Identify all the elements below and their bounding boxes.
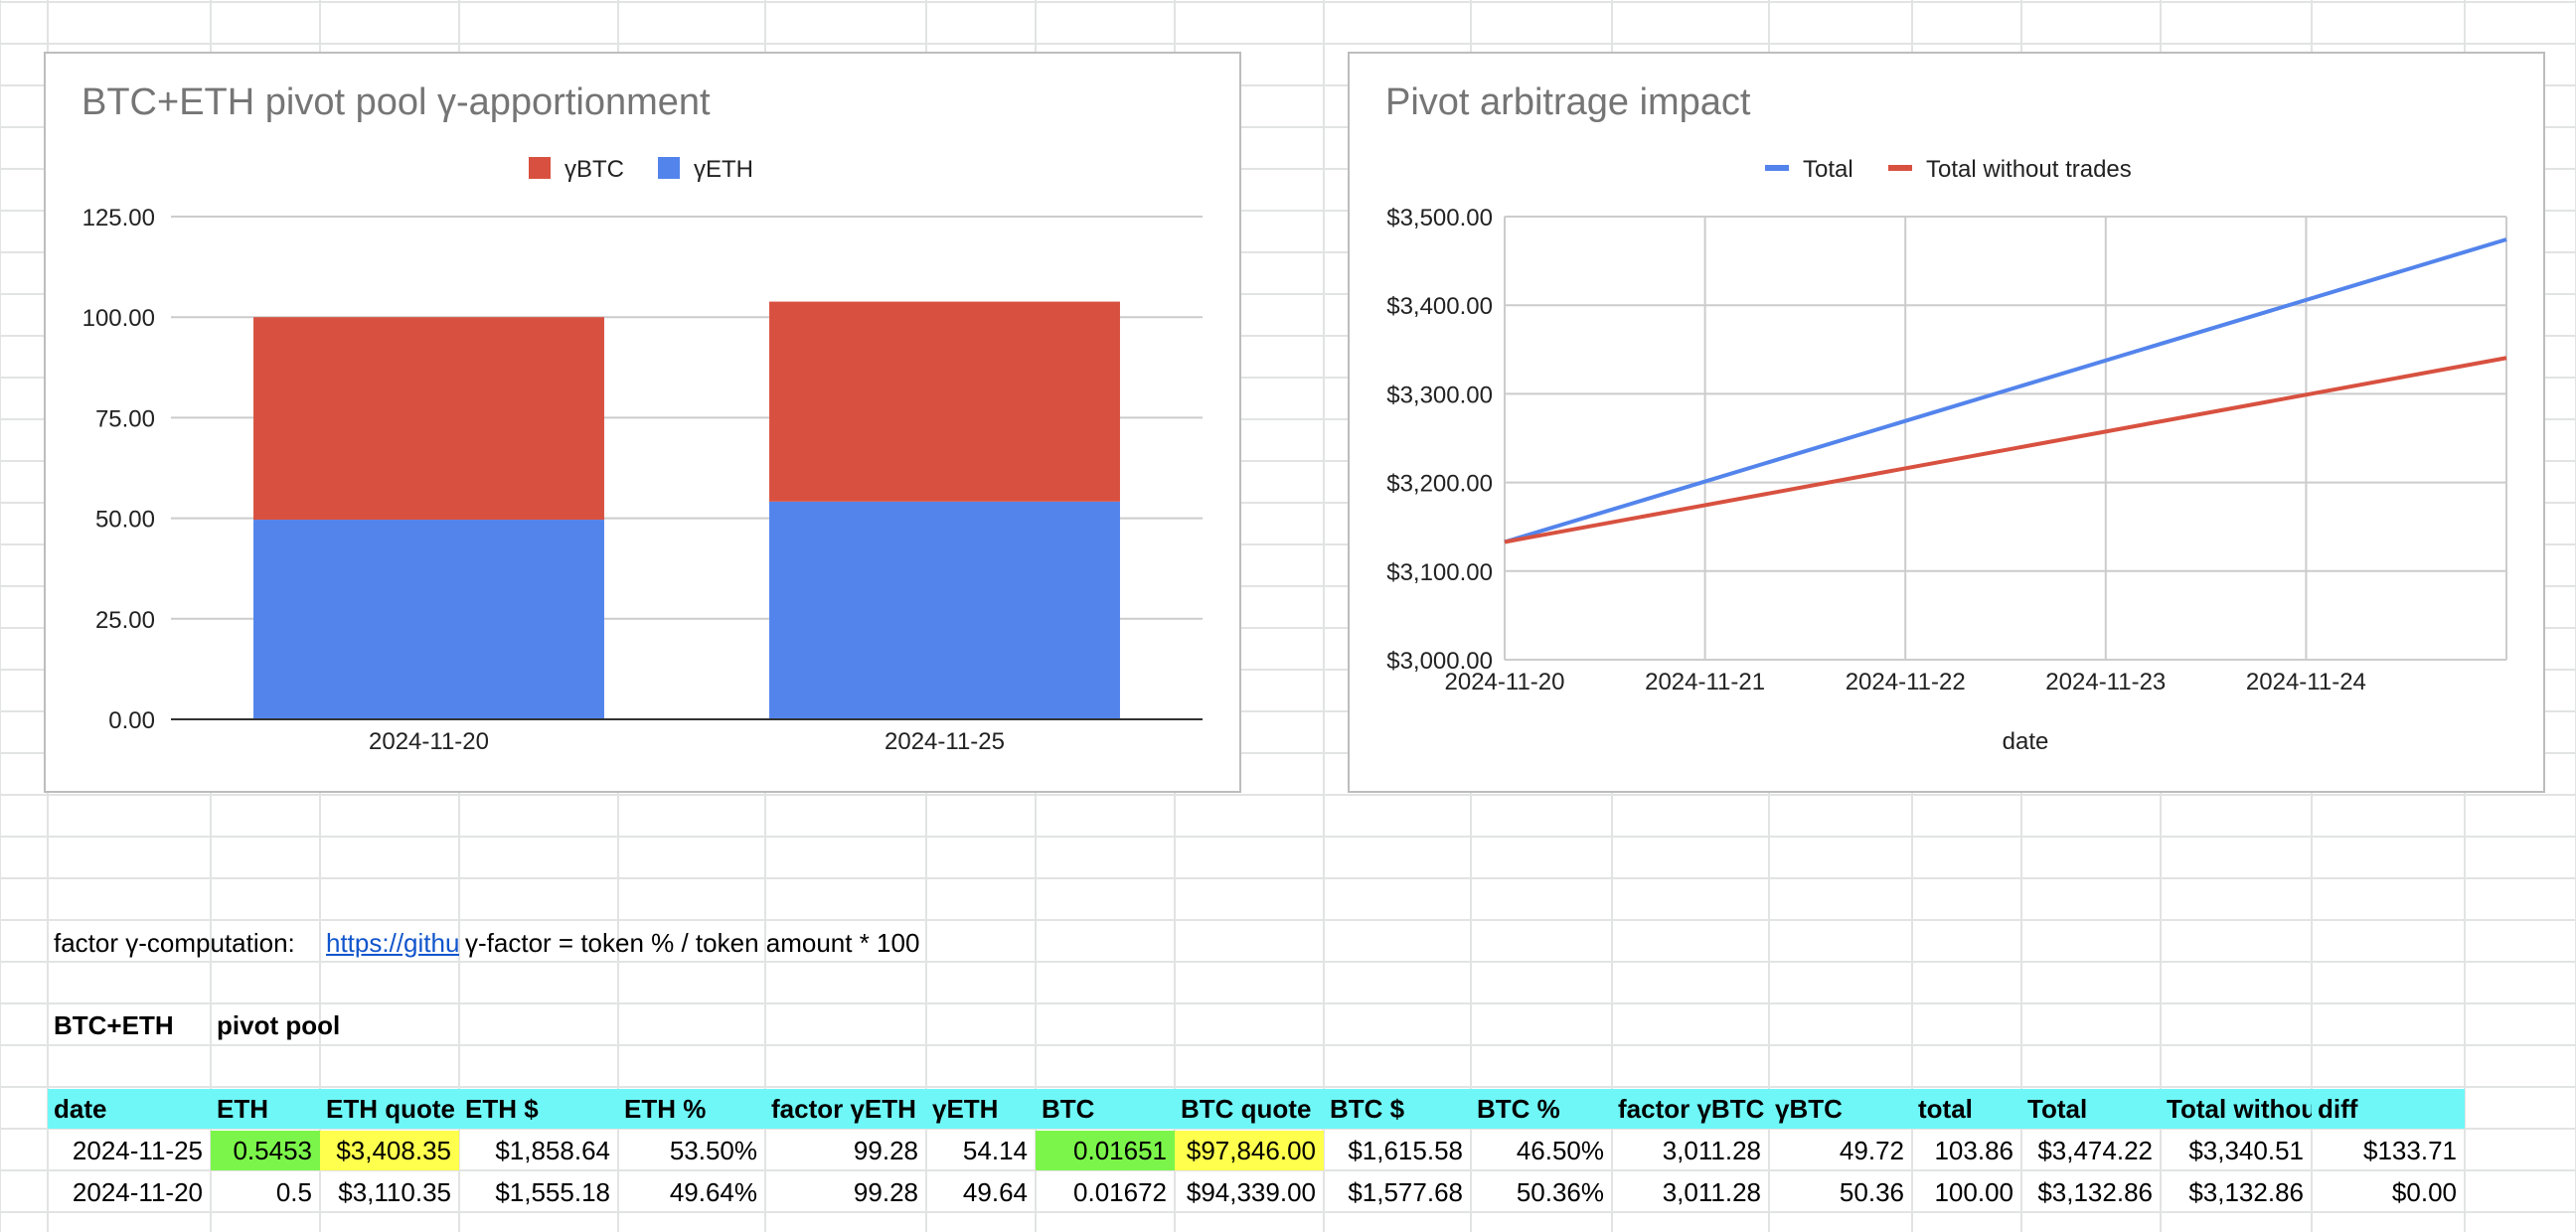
gamma-apportionment-plot: γBTC γETH 0.00 25.00 50.00 75.00 100.00 125.00 2… <box>82 156 1203 755</box>
table-cell[interactable]: 49.72 <box>1769 1131 1912 1170</box>
x-tick-label: 2024-11-20 <box>1445 669 1565 695</box>
bar-γETH <box>769 501 1120 719</box>
legend-swatch <box>1765 165 1789 171</box>
table-cell[interactable]: 50.36 <box>1769 1172 1912 1212</box>
formula-source-link[interactable]: https://githu <box>320 923 459 963</box>
table-cell[interactable]: $1,858.64 <box>459 1131 618 1170</box>
table-cell[interactable]: 0.5453 <box>211 1131 320 1170</box>
series-line-Total without trades <box>1504 356 2507 544</box>
table-cell[interactable]: $97,846.00 <box>1175 1131 1324 1170</box>
legend-label: Total <box>1803 156 1853 183</box>
legend-swatch <box>529 157 551 179</box>
table-cell[interactable]: $1,615.58 <box>1324 1131 1471 1170</box>
column-header[interactable]: ETH $ <box>459 1089 618 1129</box>
legend-label: γETH <box>694 156 753 183</box>
column-header[interactable]: factor γETH <box>765 1089 926 1129</box>
table-cell[interactable]: 3,011.28 <box>1612 1172 1769 1212</box>
y-tick-label: 100.00 <box>82 305 155 332</box>
arbitrage-impact-chart[interactable]: Pivot arbitrage impact Total Total withou… <box>1348 52 2545 793</box>
y-tick-label: 75.00 <box>95 405 155 432</box>
table-cell[interactable]: 2024-11-20 <box>48 1172 211 1212</box>
table-cell[interactable]: 49.64% <box>618 1172 765 1212</box>
y-tick-label: $3,500.00 <box>1386 205 1493 231</box>
x-tick-label: 2024-11-24 <box>2246 669 2366 695</box>
arbitrage-impact-plot: Total Total without trades$3,000.00$3,100… <box>1386 156 2507 755</box>
column-header[interactable]: BTC quote <box>1175 1089 1324 1129</box>
column-header[interactable]: ETH % <box>618 1089 765 1129</box>
y-tick-label: 25.00 <box>95 607 155 634</box>
column-header[interactable]: date <box>48 1089 211 1129</box>
x-tick-label: 2024-11-21 <box>1645 669 1765 695</box>
legend-swatch <box>1888 165 1912 171</box>
y-tick-label: 125.00 <box>82 205 155 231</box>
column-header[interactable]: BTC $ <box>1324 1089 1471 1129</box>
formula-text: γ-factor = token % / token amount * 100 <box>465 928 920 958</box>
y-tick-label: 0.00 <box>108 707 155 734</box>
x-tick-label: 2024-11-22 <box>1846 669 1966 695</box>
table-cell[interactable]: 3,011.28 <box>1612 1131 1769 1170</box>
bar-γETH <box>253 520 604 719</box>
column-header[interactable]: BTC <box>1036 1089 1175 1129</box>
column-header[interactable]: Total <box>2021 1089 2161 1129</box>
table-cell[interactable]: $94,339.00 <box>1175 1172 1324 1212</box>
pool-name-label: pivot pool <box>217 1010 341 1040</box>
x-axis-title: date <box>2003 728 2049 755</box>
column-header[interactable]: BTC % <box>1471 1089 1612 1129</box>
bar-γBTC <box>769 301 1120 502</box>
pool-pair-label: BTC+ETH <box>54 1010 174 1040</box>
table-cell[interactable]: 2024-11-25 <box>48 1131 211 1170</box>
x-tick-label: 2024-11-20 <box>369 728 489 755</box>
column-header[interactable]: γETH <box>926 1089 1036 1129</box>
column-header[interactable]: total <box>1912 1089 2021 1129</box>
table-cell[interactable]: $3,474.22 <box>2021 1131 2161 1170</box>
y-tick-label: $3,400.00 <box>1386 293 1493 320</box>
table-cell[interactable]: $0.00 <box>2312 1172 2465 1212</box>
table-cell[interactable]: $3,132.86 <box>2021 1172 2161 1212</box>
column-header[interactable]: diff <box>2312 1089 2465 1129</box>
table-cell[interactable]: 46.50% <box>1471 1131 1612 1170</box>
y-tick-label: $3,100.00 <box>1386 559 1493 586</box>
table-cell[interactable]: $3,340.51 <box>2161 1131 2312 1170</box>
legend-label: Total without trades <box>1926 156 2132 183</box>
legend-label: γBTC <box>564 156 624 183</box>
table-cell[interactable]: $3,110.35 <box>320 1172 459 1212</box>
column-header[interactable]: factor γBTC <box>1612 1089 1769 1129</box>
table-cell[interactable]: 49.64 <box>926 1172 1036 1212</box>
table-cell[interactable]: 54.14 <box>926 1131 1036 1170</box>
table-cell[interactable]: $3,132.86 <box>2161 1172 2312 1212</box>
table-cell[interactable]: 99.28 <box>765 1131 926 1170</box>
y-tick-label: $3,200.00 <box>1386 471 1493 498</box>
x-tick-label: 2024-11-23 <box>2045 669 2166 695</box>
column-header[interactable]: ETH <box>211 1089 320 1129</box>
series-line-Total <box>1504 237 2507 544</box>
column-header[interactable]: ETH quote <box>320 1089 459 1129</box>
table-cell[interactable]: 53.50% <box>618 1131 765 1170</box>
legend-swatch <box>658 157 680 179</box>
table-cell[interactable]: $1,577.68 <box>1324 1172 1471 1212</box>
y-tick-label: 50.00 <box>95 507 155 534</box>
gamma-apportionment-chart[interactable]: BTC+ETH pivot pool γ-apportionment γBTC γ… <box>44 52 1241 793</box>
table-cell[interactable]: $133.71 <box>2312 1131 2465 1170</box>
column-header[interactable]: Total withou <box>2161 1089 2312 1129</box>
column-header[interactable]: γBTC <box>1769 1089 1912 1129</box>
table-cell[interactable]: $1,555.18 <box>459 1172 618 1212</box>
y-tick-label: $3,300.00 <box>1386 382 1493 408</box>
x-tick-label: 2024-11-25 <box>885 728 1005 755</box>
bar-γBTC <box>253 317 604 521</box>
table-cell[interactable]: 100.00 <box>1912 1172 2021 1212</box>
table-cell[interactable]: 50.36% <box>1471 1172 1612 1212</box>
table-cell[interactable]: 0.01672 <box>1036 1172 1175 1212</box>
table-cell[interactable]: $3,408.35 <box>320 1131 459 1170</box>
table-cell[interactable]: 0.5 <box>211 1172 320 1212</box>
formula-label: factor γ-computation: <box>54 928 295 958</box>
table-cell[interactable]: 99.28 <box>765 1172 926 1212</box>
table-cell[interactable]: 103.86 <box>1912 1131 2021 1170</box>
table-cell[interactable]: 0.01651 <box>1036 1131 1175 1170</box>
